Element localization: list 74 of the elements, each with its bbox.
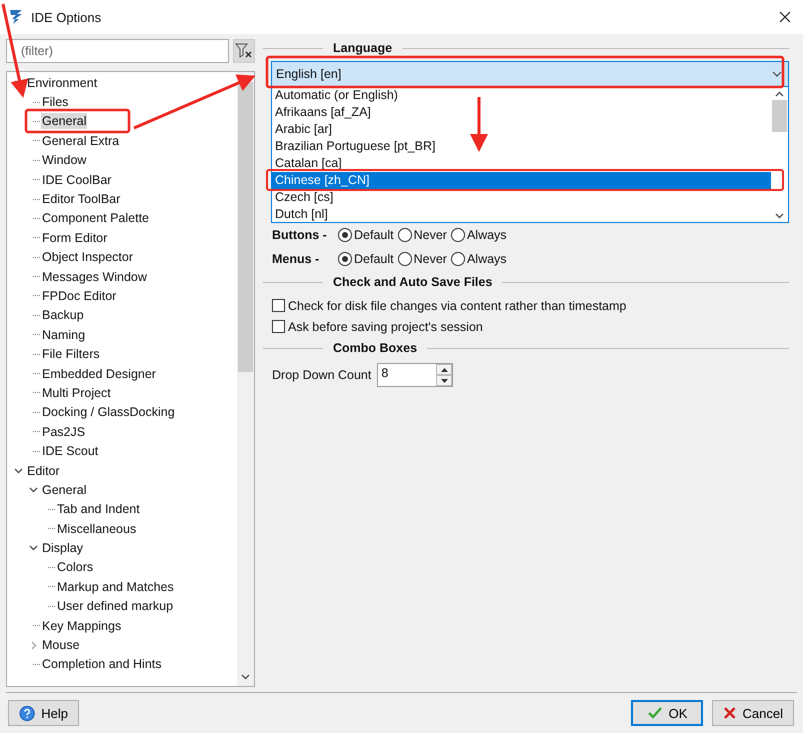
scroll-thumb[interactable] (238, 82, 253, 372)
tree-item[interactable]: Key Mappings (41, 618, 122, 634)
help-icon (19, 704, 36, 722)
tree-item[interactable]: IDE Scout (41, 443, 100, 460)
tree-item[interactable]: Mouse (41, 637, 81, 654)
tree-item[interactable]: Miscellaneous (56, 520, 138, 537)
scroll-up-icon[interactable] (775, 91, 784, 97)
group-heading: Language (333, 41, 392, 55)
tree-item[interactable]: General (41, 482, 88, 498)
tree-item[interactable]: IDE CoolBar (41, 172, 112, 188)
tree-item[interactable]: Completion and Hints (41, 656, 163, 672)
ok-button[interactable]: OK (631, 700, 703, 726)
group-heading: Check and Auto Save Files (333, 275, 492, 289)
tree-scrollbar[interactable] (237, 72, 254, 686)
tree-item[interactable]: File Filters (41, 346, 101, 362)
tree-item[interactable]: Markup and Matches (56, 578, 175, 595)
language-option[interactable]: Czech [cs] (272, 189, 771, 206)
tree-item[interactable]: User defined markup (56, 598, 174, 614)
language-dropdown[interactable]: English [en] (271, 61, 789, 87)
tree-item[interactable]: Component Palette (41, 210, 150, 226)
tree-item[interactable]: Backup (41, 307, 85, 324)
cross-icon (723, 706, 737, 720)
tree-item[interactable]: Pas2JS (41, 424, 86, 440)
clear-filter-button[interactable] (233, 39, 255, 63)
radio-option[interactable]: Always (450, 228, 507, 242)
annotation-arrow (470, 97, 488, 152)
close-icon[interactable] (779, 11, 791, 23)
scroll-down-icon[interactable] (241, 674, 250, 680)
language-option[interactable]: Afrikaans [af_ZA] (272, 104, 771, 121)
field-label: Drop Down Count (272, 368, 372, 382)
radio-option[interactable]: Never (398, 228, 447, 242)
tree-item[interactable]: FPDoc Editor (41, 288, 118, 304)
tree-item[interactable]: Multi Project (41, 384, 112, 401)
radio-option[interactable]: Default (338, 228, 394, 242)
checkbox-option[interactable]: Ask before saving project's session (272, 316, 789, 337)
checkbox-option[interactable]: Check for disk file changes via content rather than timestamp (272, 295, 789, 316)
language-option[interactable]: Arabic [ar] (272, 121, 771, 138)
tree-item[interactable]: Colors (56, 559, 94, 576)
language-option[interactable]: Chinese [zh_CN] (272, 172, 771, 189)
help-button[interactable]: Help (8, 700, 79, 726)
tree-item[interactable]: Object Inspector (41, 249, 134, 266)
scroll-down-icon[interactable] (775, 213, 784, 219)
tree-item[interactable]: General (41, 113, 88, 130)
checkmark-icon (646, 706, 663, 720)
dropdown-chevron-icon[interactable] (772, 71, 782, 77)
scroll-thumb[interactable] (772, 100, 787, 132)
language-option[interactable]: Catalan [ca] (272, 155, 771, 172)
window-title: IDE Options (31, 10, 102, 24)
tree-item[interactable]: Embedded Designer (41, 366, 157, 382)
radio-option[interactable]: Never (398, 252, 447, 266)
app-logo-icon (9, 9, 23, 25)
drop-down-count-spinner[interactable]: 8 (377, 363, 454, 387)
tree-item[interactable]: Window (41, 152, 88, 168)
tree-item[interactable]: Docking / GlassDocking (41, 404, 176, 420)
radio-option[interactable]: Always (450, 252, 507, 266)
tree-item[interactable]: Files (41, 94, 70, 110)
language-option[interactable]: Brazilian Portuguese [pt_BR] (272, 138, 771, 155)
tree-item[interactable]: Form Editor (41, 230, 108, 246)
tree-item[interactable]: Naming (41, 326, 86, 343)
tree-item[interactable]: Display (41, 540, 84, 556)
language-option[interactable]: Automatic (or English) (272, 87, 771, 104)
group-heading: Combo Boxes (333, 341, 418, 355)
tree-item[interactable]: Environment (26, 74, 98, 91)
language-option[interactable]: Dutch [nl] (272, 206, 771, 223)
filter-field[interactable]: (filter) (6, 39, 229, 63)
tree-item[interactable]: Tab and Indent (56, 501, 141, 518)
cancel-button[interactable]: Cancel (712, 700, 794, 726)
row-label: Menus - (272, 252, 320, 266)
radio-option[interactable]: Default (338, 252, 394, 266)
tree-item[interactable]: Messages Window (41, 268, 148, 285)
tree-item[interactable]: Editor ToolBar (41, 191, 122, 208)
tree-item[interactable]: Editor (26, 462, 61, 478)
row-label: Buttons - (272, 228, 328, 242)
tree-item[interactable]: General Extra (41, 132, 120, 149)
